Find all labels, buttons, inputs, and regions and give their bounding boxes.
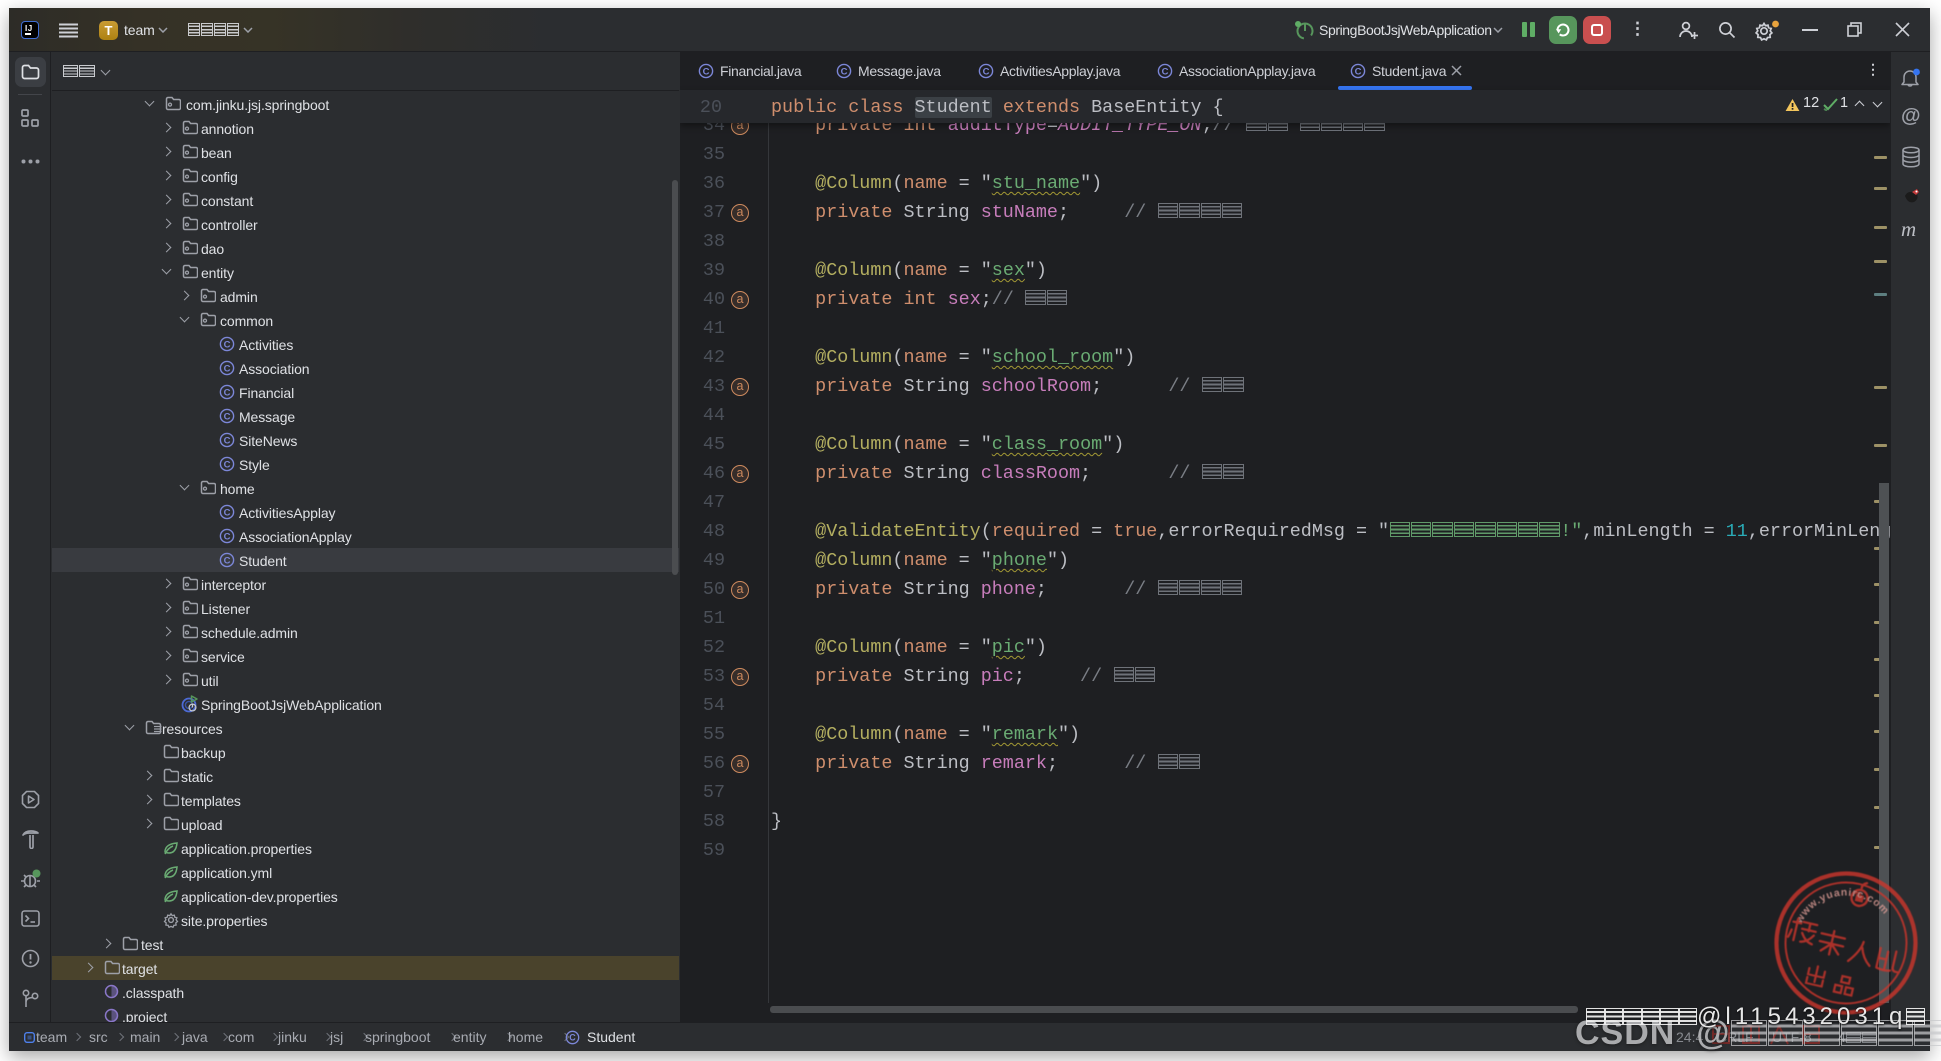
svg-text:C: C: [1162, 66, 1169, 77]
svg-text:C: C: [224, 363, 231, 374]
svg-text:C: C: [224, 339, 231, 350]
svg-text:C: C: [569, 1033, 576, 1043]
svg-text:C: C: [224, 507, 231, 518]
svg-text:C: C: [703, 66, 710, 77]
svg-text:C: C: [224, 459, 231, 470]
svg-text:C: C: [224, 531, 231, 542]
svg-text:C: C: [841, 66, 848, 77]
svg-text:C: C: [983, 66, 990, 77]
svg-text:C: C: [224, 387, 231, 398]
svg-text:C: C: [224, 435, 231, 446]
svg-text:C: C: [224, 411, 231, 422]
svg-text:C: C: [224, 555, 231, 566]
svg-text:C: C: [1355, 66, 1362, 77]
